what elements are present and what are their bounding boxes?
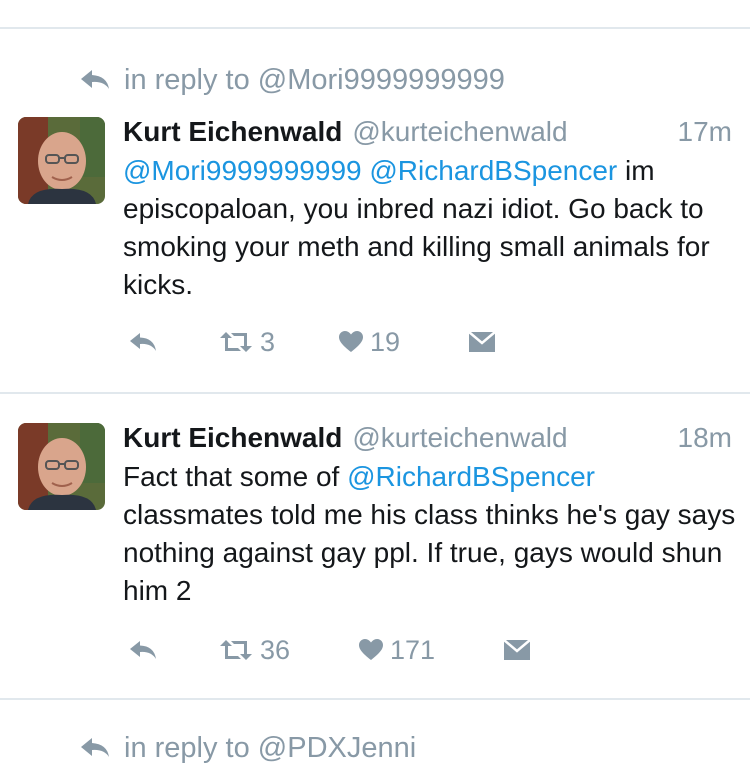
retweet-icon bbox=[220, 640, 252, 660]
tweet-actions: 36 171 bbox=[123, 630, 623, 670]
avatar[interactable] bbox=[18, 423, 105, 510]
like-count: 19 bbox=[370, 326, 401, 357]
reply-context-icon bbox=[81, 70, 109, 89]
reply-button[interactable] bbox=[128, 630, 158, 670]
retweet-button[interactable]: 36 bbox=[218, 630, 290, 670]
tweet-timestamp[interactable]: 17m bbox=[678, 116, 732, 148]
tweet-header: Kurt Eichenwald @kurteichenwald 17m bbox=[123, 116, 732, 152]
reply-context-icon bbox=[81, 738, 109, 757]
author-name[interactable]: Kurt Eichenwald bbox=[123, 116, 342, 148]
reply-button[interactable] bbox=[128, 322, 158, 362]
tweet-text: @Mori9999999999 @RichardBSpencer im epis… bbox=[123, 152, 738, 304]
retweet-icon bbox=[220, 332, 252, 352]
author-handle[interactable]: @kurteichenwald bbox=[352, 116, 677, 148]
heart-icon bbox=[339, 331, 363, 352]
direct-message-button[interactable] bbox=[468, 322, 496, 362]
reply-icon bbox=[130, 333, 156, 351]
reply-context-label: in reply to @PDXJenni bbox=[124, 731, 417, 764]
tweet-body: classmates told me his class thinks he's… bbox=[123, 499, 736, 606]
reply-context-label: in reply to @Mori9999999999 bbox=[124, 63, 505, 96]
reply-icon bbox=[130, 641, 156, 659]
avatar[interactable] bbox=[18, 117, 105, 204]
mention-link[interactable]: @RichardBSpencer bbox=[347, 461, 595, 492]
like-button[interactable]: 171 bbox=[358, 630, 435, 670]
tweet-timestamp[interactable]: 18m bbox=[678, 422, 732, 454]
mention-link[interactable]: @Mori9999999999 bbox=[123, 155, 362, 186]
envelope-icon bbox=[503, 639, 531, 660]
tweet-actions: 3 19 bbox=[123, 322, 623, 362]
retweet-count: 36 bbox=[260, 634, 291, 665]
reply-context[interactable]: in reply to @Mori9999999999 bbox=[78, 60, 505, 100]
retweet-button[interactable]: 3 bbox=[218, 322, 275, 362]
like-count: 171 bbox=[390, 634, 436, 665]
tweet-header: Kurt Eichenwald @kurteichenwald 18m bbox=[123, 422, 732, 458]
retweet-count: 3 bbox=[260, 326, 276, 357]
top-divider bbox=[0, 27, 750, 29]
tweet-text: Fact that some of @RichardBSpencer class… bbox=[123, 458, 738, 610]
mention-link[interactable]: @RichardBSpencer bbox=[369, 155, 617, 186]
direct-message-button[interactable] bbox=[503, 630, 531, 670]
tweet-body-start: Fact that some of bbox=[123, 461, 348, 492]
author-name[interactable]: Kurt Eichenwald bbox=[123, 422, 342, 454]
envelope-icon bbox=[468, 331, 496, 352]
tweet-divider bbox=[0, 698, 750, 700]
reply-context[interactable]: in reply to @PDXJenni bbox=[78, 728, 416, 768]
tweet-divider bbox=[0, 392, 750, 394]
heart-icon bbox=[359, 639, 383, 660]
like-button[interactable]: 19 bbox=[338, 322, 400, 362]
author-handle[interactable]: @kurteichenwald bbox=[352, 422, 677, 454]
